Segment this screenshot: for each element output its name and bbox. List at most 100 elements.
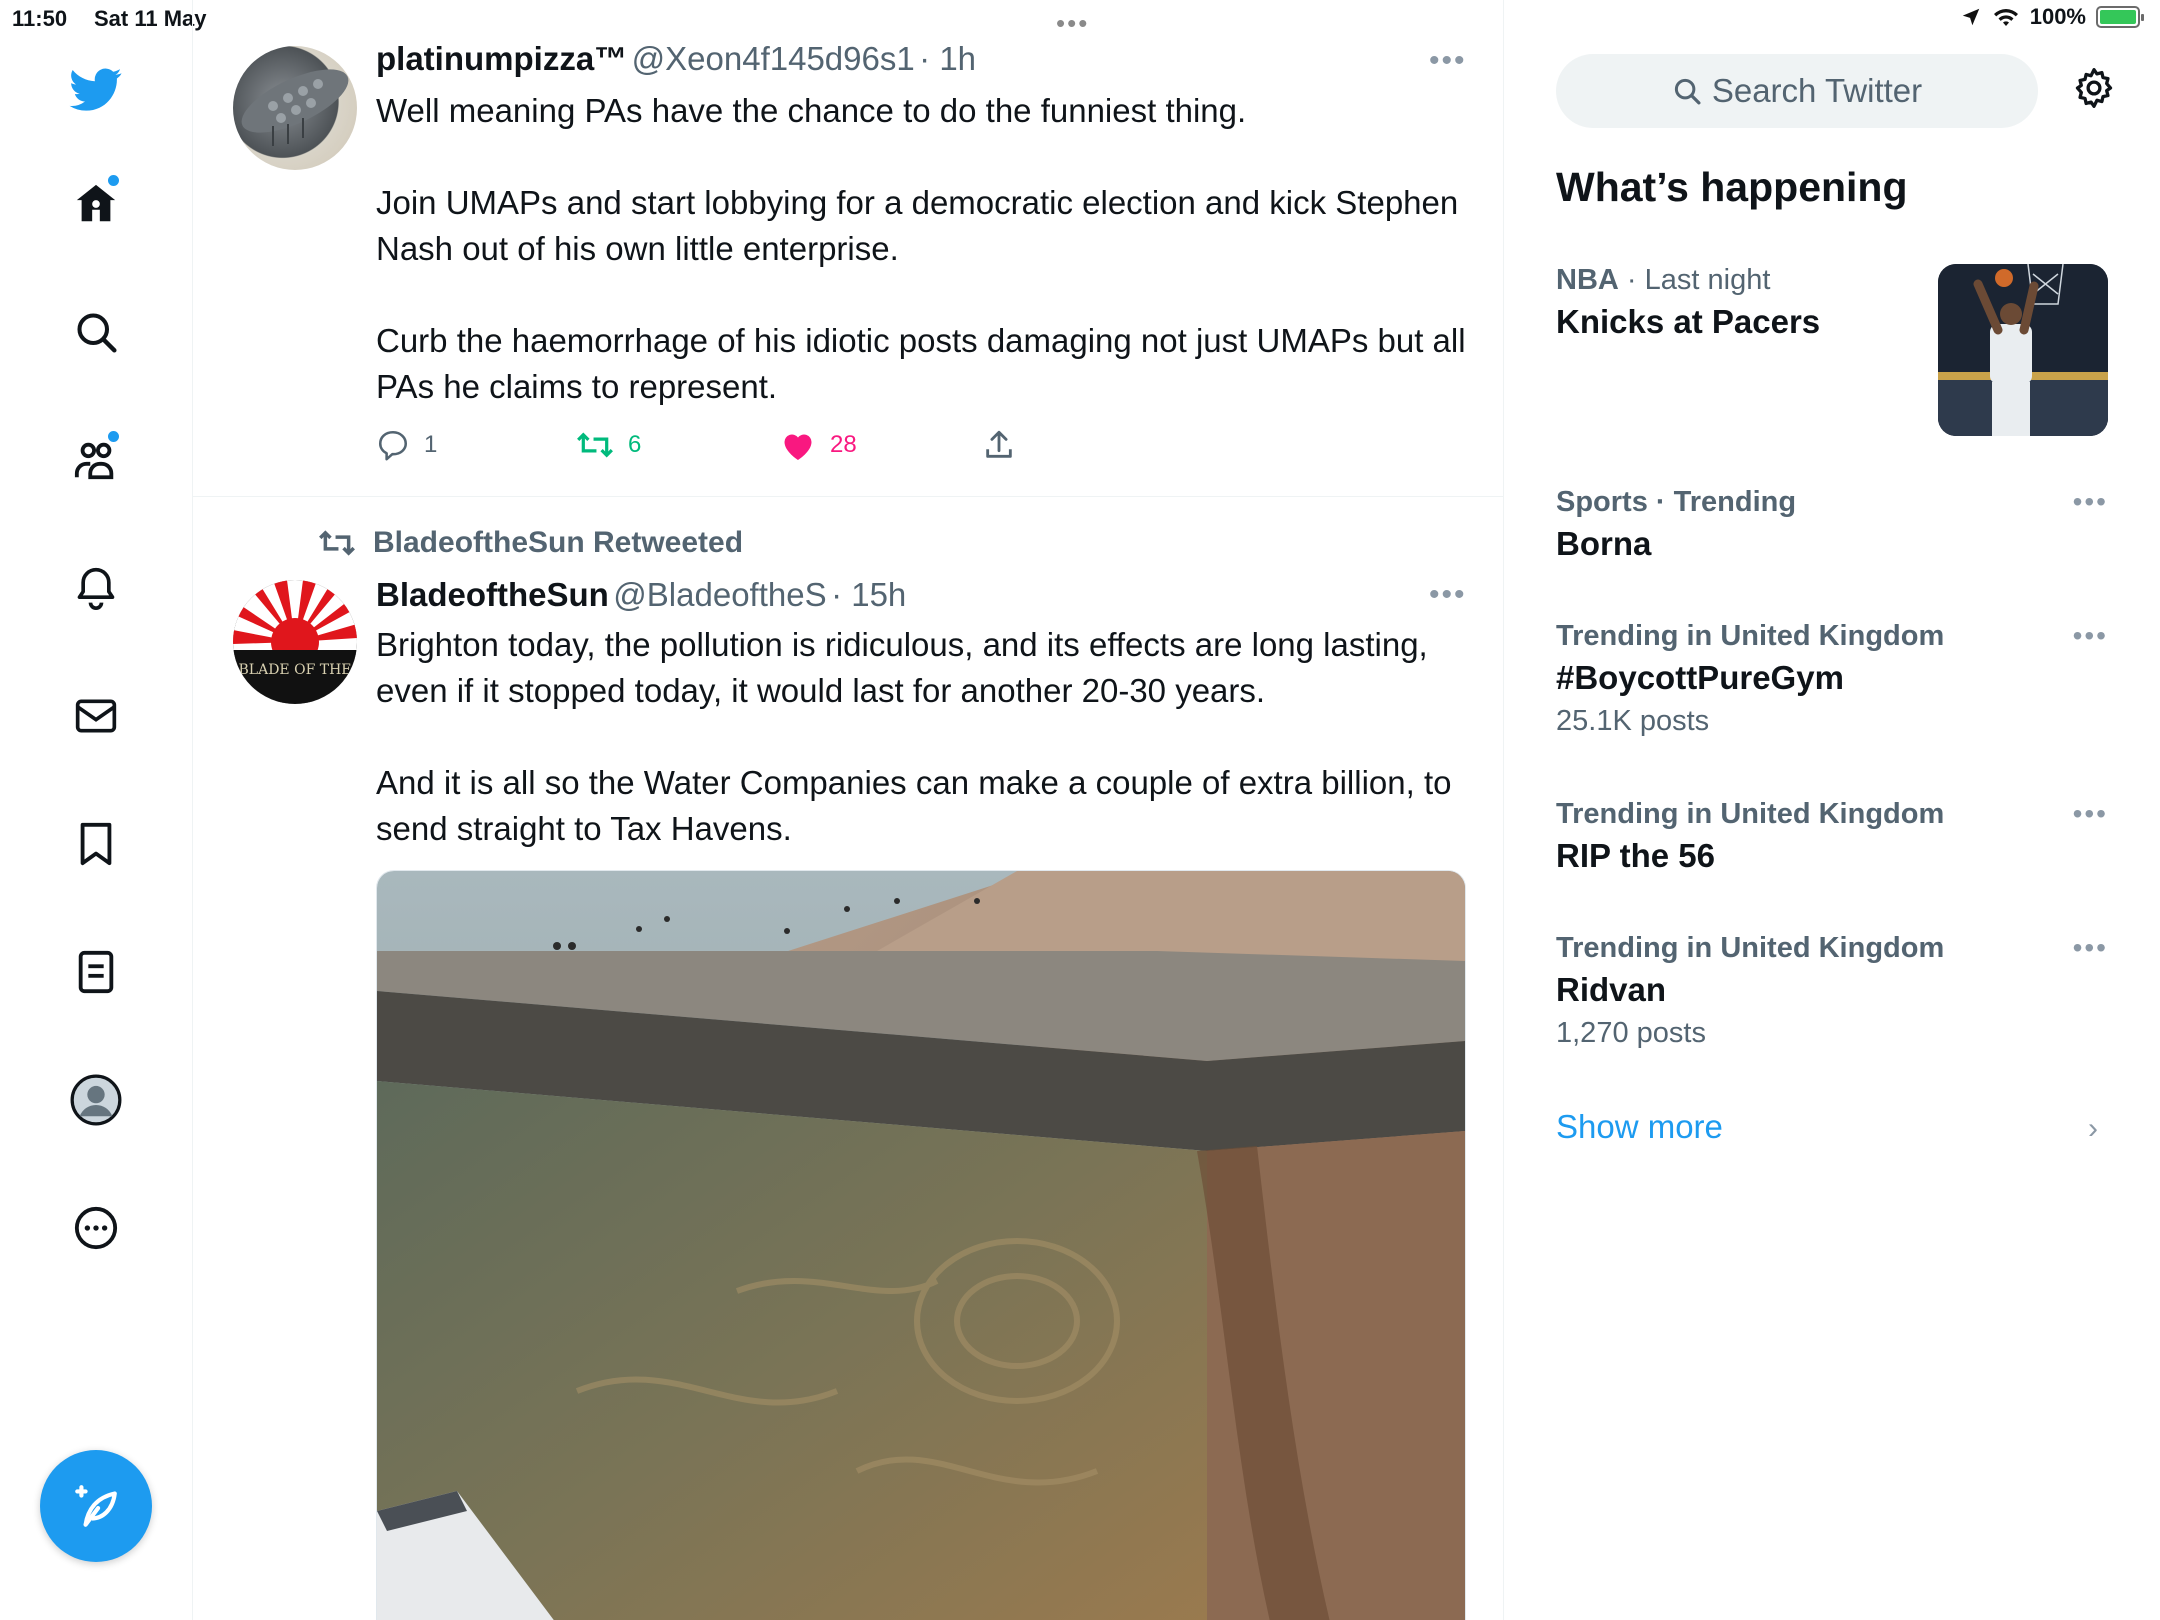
reply-button[interactable]: 1 xyxy=(376,428,437,462)
tweet-paragraph: Curb the haemorrhage of his idiotic post… xyxy=(376,322,1466,405)
share-icon xyxy=(986,430,1012,458)
twitter-bird-icon xyxy=(69,68,122,111)
profile-avatar-icon xyxy=(70,1074,122,1126)
tweet-author-name[interactable]: BladeoftheSun xyxy=(376,576,609,613)
trend-item[interactable]: NBA · Last night Knicks at Pacers xyxy=(1556,264,2108,436)
retweet-count: 6 xyxy=(628,431,642,458)
gear-icon xyxy=(2075,68,2113,108)
search-icon xyxy=(1674,78,1701,105)
chevron-right-icon[interactable]: › xyxy=(2088,1112,2098,1146)
trend-title: Ridvan xyxy=(1556,971,1667,1008)
trend-item[interactable]: Sports · Trending Borna ••• xyxy=(1556,486,2108,563)
rising-sun-avatar-graphic: BLADE OF THE xyxy=(233,580,357,704)
trend-item[interactable]: Trending in United Kingdom Ridvan 1,270 … xyxy=(1556,932,2108,1050)
nav-lists-button[interactable] xyxy=(62,938,130,1006)
battery-icon xyxy=(2096,6,2144,28)
reply-icon xyxy=(378,430,408,461)
trend-more-button[interactable]: ••• xyxy=(2073,620,2108,652)
communities-notification-dot xyxy=(106,429,121,444)
basketball-photo-graphic xyxy=(1938,264,2108,436)
retweeted-by-label: BladeoftheSun Retweeted xyxy=(373,526,744,559)
envelope-icon xyxy=(75,699,117,733)
home-notification-dot xyxy=(106,173,121,188)
trend-item[interactable]: Trending in United Kingdom #BoycottPureG… xyxy=(1556,620,2108,738)
trend-thumbnail xyxy=(1938,264,2108,436)
nav-home-button[interactable] xyxy=(62,170,130,238)
tweet-author-avatar[interactable]: BLADE OF THE xyxy=(233,580,357,704)
beach-photo-graphic xyxy=(377,871,1465,1620)
battery-percent: 100% xyxy=(2029,4,2086,29)
search-icon xyxy=(77,313,117,353)
battery-fill xyxy=(2100,10,2136,24)
reply-count: 1 xyxy=(424,431,438,458)
compose-tweet-button[interactable] xyxy=(40,1450,152,1562)
compose-feather-icon xyxy=(75,1485,117,1527)
search-input[interactable]: Search Twitter xyxy=(1556,54,2038,128)
nav-notifications-button[interactable] xyxy=(62,554,130,622)
tweet-author-handle[interactable]: @Xeon4f145d96s1 xyxy=(632,40,915,77)
nav-more-button[interactable] xyxy=(62,1194,130,1262)
timeline: platinumpizza™ @Xeon4f145d96s1 · 1h ••• … xyxy=(193,0,1504,1620)
avatar-graphic xyxy=(241,69,349,146)
battery-cap xyxy=(2141,14,2144,21)
retweet-button[interactable]: 6 xyxy=(576,428,641,462)
share-button[interactable] xyxy=(982,428,1016,462)
trend-category: NBA xyxy=(1556,264,1619,296)
nav-profile-button[interactable] xyxy=(62,1066,130,1134)
trend-category: Trending in United Kingdom xyxy=(1556,932,1945,964)
tweet-header: platinumpizza™ @Xeon4f145d96s1 · 1h xyxy=(376,40,976,78)
like-count: 28 xyxy=(830,431,857,458)
trend-item[interactable]: Trending in United Kingdom RIP the 56 ••… xyxy=(1556,798,2108,875)
tweet-author-handle[interactable]: @BladeoftheS xyxy=(613,576,826,613)
trend-context: · Last night xyxy=(1626,264,1771,296)
status-indicators: 100% xyxy=(1960,4,2144,30)
tweet-time[interactable]: · 1h xyxy=(919,40,976,77)
list-icon xyxy=(78,950,114,994)
tweet-header: BladeoftheSun @BladeoftheS · 15h xyxy=(376,576,906,614)
whats-happening-heading: What’s happening xyxy=(1556,164,1908,210)
twitter-logo-button[interactable] xyxy=(62,56,130,124)
retweeted-by-row[interactable]: BladeoftheSun Retweeted xyxy=(317,526,743,560)
trend-post-count: 25.1K posts xyxy=(1556,705,1710,737)
trend-more-button[interactable]: ••• xyxy=(2073,932,2108,964)
tweet-body: Brighton today, the pollution is ridicul… xyxy=(376,622,1466,852)
nav-messages-button[interactable] xyxy=(62,682,130,750)
tweet-time[interactable]: · 15h xyxy=(831,576,906,613)
heart-icon xyxy=(784,434,812,460)
bell-icon xyxy=(77,567,115,610)
bookmark-icon xyxy=(80,822,112,866)
trend-category: Trending in United Kingdom xyxy=(1556,798,1945,830)
avatar-text: BLADE OF THE xyxy=(239,662,352,678)
tweet-paragraph: And it is all so the Water Companies can… xyxy=(376,764,1452,847)
tweet-paragraph: Join UMAPs and start lobbying for a demo… xyxy=(376,184,1459,267)
nav-explore-button[interactable] xyxy=(62,298,130,366)
show-more-link[interactable]: Show more xyxy=(1556,1108,1723,1146)
trend-category: Trending in United Kingdom xyxy=(1556,620,1945,652)
wifi-icon xyxy=(1993,9,2018,26)
search-placeholder: Search Twitter xyxy=(1711,72,1923,109)
tweet-author-name[interactable]: platinumpizza™ xyxy=(376,40,627,77)
like-button[interactable]: 28 xyxy=(780,428,857,462)
location-icon xyxy=(1962,8,1979,26)
more-circle-icon xyxy=(74,1206,118,1250)
settings-button[interactable] xyxy=(2072,66,2116,115)
tweet-more-button[interactable]: ••• xyxy=(1429,44,1467,78)
tweet-body: Well meaning PAs have the chance to do t… xyxy=(376,88,1466,410)
trend-title: #BoycottPureGym xyxy=(1556,659,1844,696)
trend-more-button[interactable]: ••• xyxy=(2073,486,2108,518)
trend-category: Sports · Trending xyxy=(1556,486,1797,518)
trend-title: Borna xyxy=(1556,525,1652,562)
tweet-paragraph: Well meaning PAs have the chance to do t… xyxy=(376,92,1247,129)
tweet-author-avatar[interactable] xyxy=(233,46,357,170)
retweet-small-icon xyxy=(319,530,355,556)
trend-title: RIP the 56 xyxy=(1556,837,1715,874)
retweet-icon xyxy=(577,432,613,458)
tweet-paragraph: Brighton today, the pollution is ridicul… xyxy=(376,626,1428,709)
trend-post-count: 1,270 posts xyxy=(1556,1017,1706,1049)
tweet-media-photo[interactable] xyxy=(376,870,1466,1620)
trend-more-button[interactable]: ••• xyxy=(2073,798,2108,830)
nav-bookmarks-button[interactable] xyxy=(62,810,130,878)
side-nav xyxy=(0,0,193,1620)
nav-communities-button[interactable] xyxy=(62,426,130,494)
tweet-more-button[interactable]: ••• xyxy=(1429,578,1467,612)
